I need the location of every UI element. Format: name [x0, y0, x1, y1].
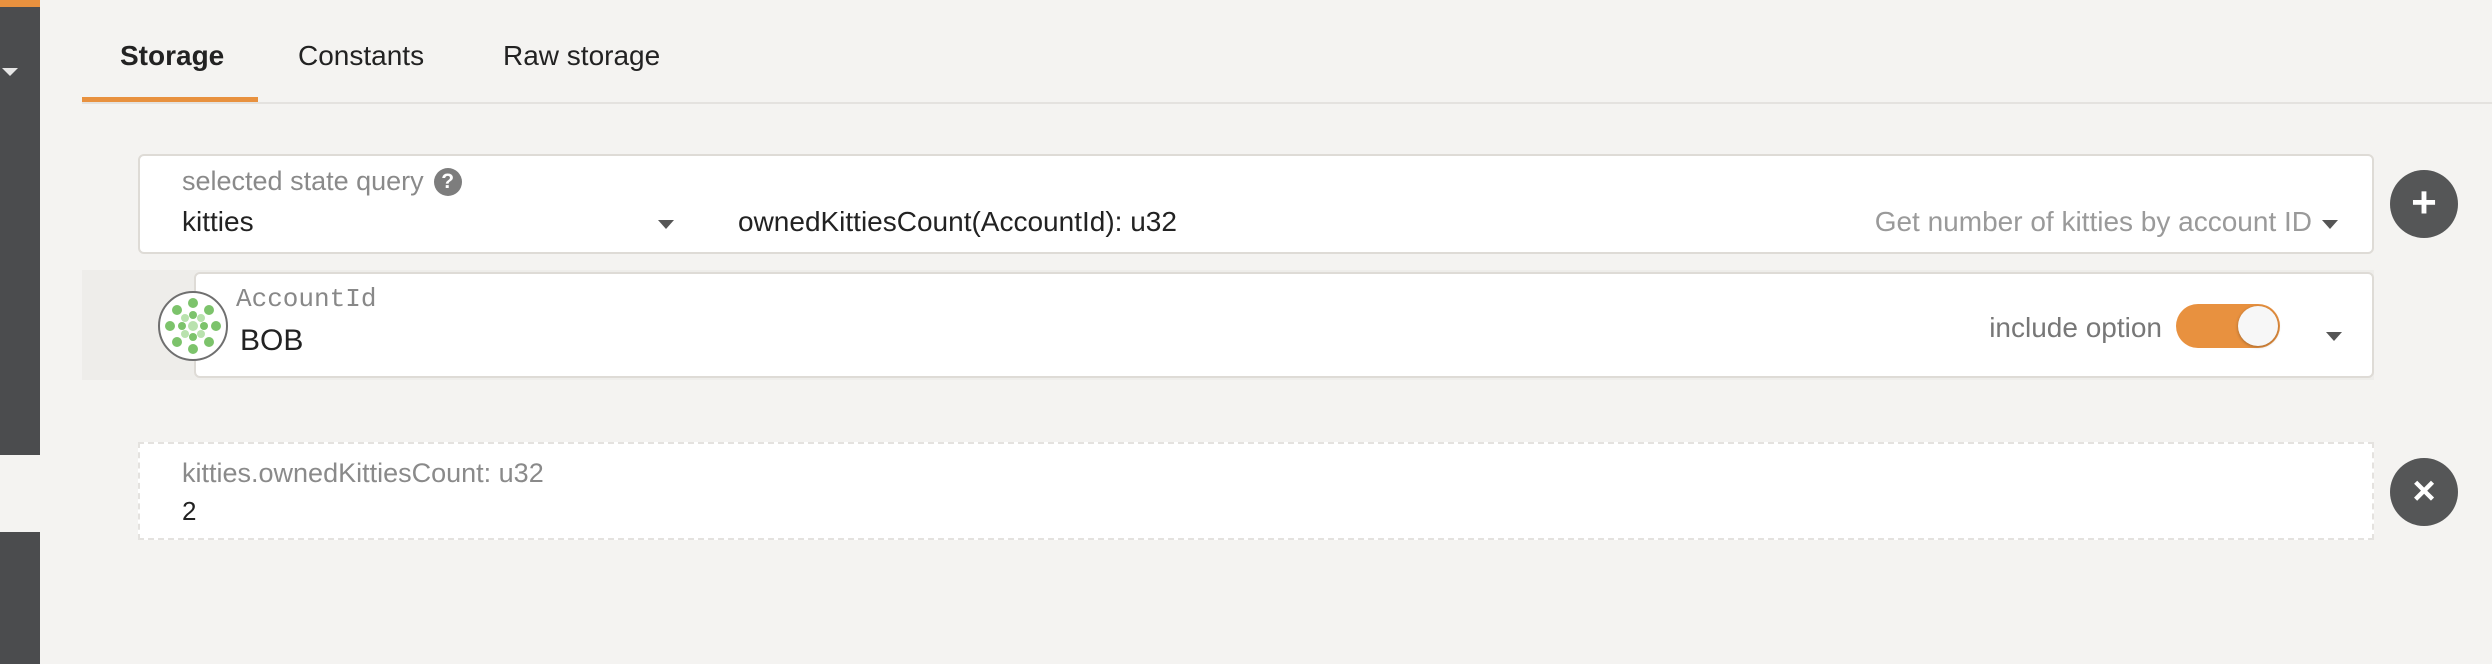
page: Storage Constants Raw storage selected s…: [0, 0, 2492, 664]
tab-storage[interactable]: Storage: [120, 40, 224, 72]
method-chevron-down-icon[interactable]: [2322, 220, 2338, 229]
result-label: kitties.ownedKittiesCount: u32: [182, 458, 544, 488]
tab-bar: Storage Constants Raw storage: [82, 0, 2492, 104]
add-query-button[interactable]: +: [2390, 170, 2458, 238]
chevron-down-icon[interactable]: [2, 68, 18, 76]
account-chevron-down-icon[interactable]: [2326, 332, 2342, 341]
account-value[interactable]: BOB: [240, 324, 303, 358]
help-icon[interactable]: ?: [433, 167, 462, 196]
sidebar-accent: [0, 0, 40, 7]
include-option-toggle[interactable]: [2176, 304, 2280, 348]
state-query-label-text: selected state query: [182, 166, 424, 196]
state-query-label: selected state query ?: [182, 166, 462, 197]
module-chevron-down-icon[interactable]: [658, 220, 674, 229]
tab-raw-storage[interactable]: Raw storage: [503, 40, 660, 72]
identicon-icon: [158, 291, 228, 361]
sidebar: [0, 0, 40, 455]
method-description: Get number of kitties by account ID: [1874, 206, 2312, 237]
remove-query-button[interactable]: ×: [2390, 458, 2458, 526]
module-dropdown[interactable]: kitties: [182, 206, 254, 238]
sidebar-lower: [0, 532, 40, 664]
state-query-selector: selected state query ? kitties ownedKitt…: [138, 154, 2374, 254]
tab-constants[interactable]: Constants: [298, 40, 424, 72]
include-option-label: include option: [1989, 312, 2162, 343]
active-tab-indicator: [82, 97, 258, 102]
method-dropdown[interactable]: ownedKittiesCount(AccountId): u32: [738, 206, 1177, 238]
account-id-input[interactable]: AccountId BOB include option: [194, 272, 2374, 378]
result-value: 2: [182, 496, 197, 526]
toggle-knob: [2238, 306, 2278, 346]
param-label: AccountId: [236, 284, 377, 314]
query-result: kitties.ownedKittiesCount: u32 2: [138, 442, 2374, 540]
